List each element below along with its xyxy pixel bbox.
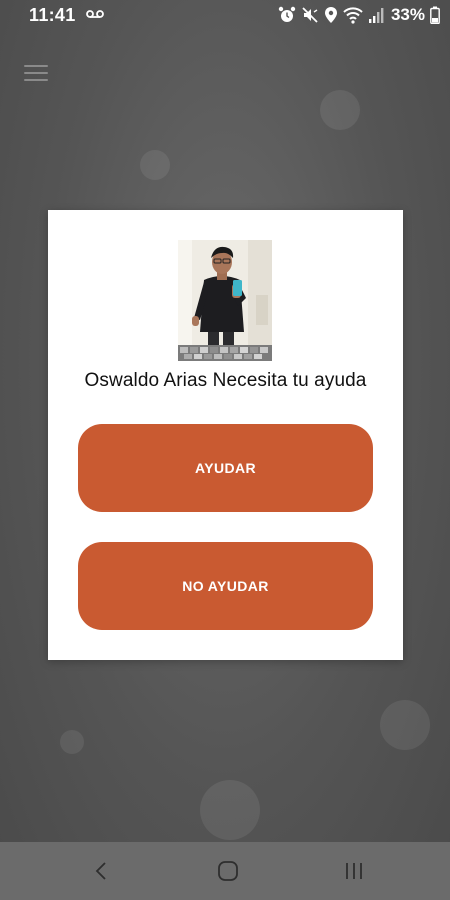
- app-screen: 11:41 33% Oswaldo Arias Necesita tu ayud…: [0, 0, 450, 900]
- location-icon: [324, 7, 337, 23]
- battery-percentage: 33%: [390, 5, 425, 24]
- no-help-button[interactable]: NO AYUDAR: [78, 542, 373, 630]
- recents-icon[interactable]: [342, 860, 366, 882]
- home-icon[interactable]: [216, 860, 240, 882]
- background-sparkle: [320, 90, 360, 130]
- voicemail-icon: [86, 10, 104, 18]
- wifi-icon: [343, 7, 363, 24]
- navigation-bar: [0, 842, 450, 900]
- status-time: 11:41: [29, 5, 76, 25]
- background-sparkle: [60, 730, 84, 754]
- alarm-icon: [278, 6, 296, 22]
- battery-icon: [430, 6, 440, 24]
- back-icon[interactable]: [90, 860, 114, 882]
- status-icons: 33%: [278, 4, 440, 26]
- dialog-title: Oswaldo Arias Necesita tu ayuda: [84, 370, 367, 391]
- background-sparkle: [200, 780, 260, 840]
- background-sparkle: [140, 150, 170, 180]
- status-bar: 11:41 33%: [0, 0, 450, 32]
- mute-icon: [302, 7, 318, 23]
- profile-photo: [178, 240, 272, 361]
- help-request-dialog: Oswaldo Arias Necesita tu ayuda AYUDAR N…: [48, 210, 403, 660]
- background-sparkle: [380, 700, 430, 750]
- hamburger-menu-icon[interactable]: [24, 65, 48, 83]
- help-button[interactable]: AYUDAR: [78, 424, 373, 512]
- signal-icon: [368, 8, 384, 23]
